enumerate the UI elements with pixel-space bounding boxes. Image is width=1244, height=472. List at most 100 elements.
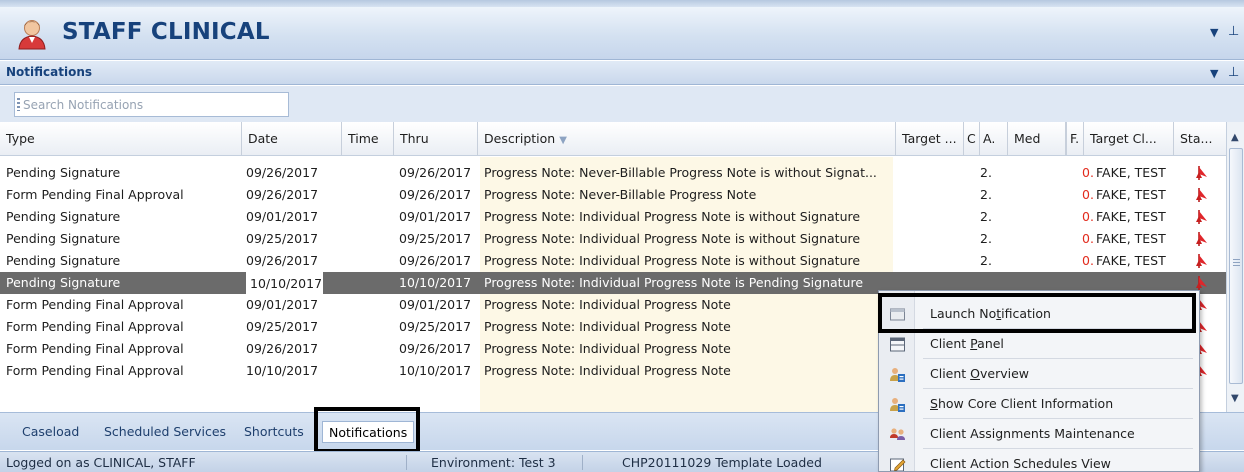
col-c[interactable]: C xyxy=(964,122,980,155)
cell-description: Progress Note: Individual Progress Note … xyxy=(484,231,861,246)
col-date[interactable]: Date xyxy=(242,122,342,155)
col-f[interactable]: F. xyxy=(1066,122,1084,155)
cell-target-client: FAKE, TEST xyxy=(1096,165,1166,180)
cell-f: 0. xyxy=(1082,231,1094,246)
cell-date: 10/10/2017 xyxy=(246,363,319,378)
scroll-down-icon[interactable]: ▼ xyxy=(1231,393,1239,404)
edit-schedule-icon xyxy=(889,456,906,471)
red-flag-icon xyxy=(1194,209,1210,225)
menu-accelerator-key: S xyxy=(930,396,938,411)
menu-item-5[interactable]: Client Action Schedules View xyxy=(879,449,1199,471)
menu-item-1[interactable]: Client Panel xyxy=(879,329,1199,359)
col-target[interactable]: Target ... xyxy=(896,122,964,155)
notifications-tab-callout xyxy=(314,407,420,453)
cell-description: Progress Note: Individual Progress Note xyxy=(484,363,731,378)
cell-type: Form Pending Final Approval xyxy=(6,319,184,334)
cell-date: 09/26/2017 xyxy=(246,253,319,268)
cell-type: Pending Signature xyxy=(6,209,121,224)
cell-description: Progress Note: Never-Billable Progress N… xyxy=(484,187,757,202)
menu-item-label: Client Panel xyxy=(930,329,1004,359)
cell-target-client: FAKE, TEST xyxy=(1096,209,1166,224)
cell-thru: 10/10/2017 xyxy=(399,363,472,378)
sort-desc-icon: ▼ xyxy=(559,135,567,146)
red-flag-icon xyxy=(1194,231,1210,247)
staff-avatar-icon xyxy=(18,20,46,50)
menu-item-label: Client Assignments Maintenance xyxy=(930,419,1135,449)
cell-f: 0. xyxy=(1082,187,1094,202)
cell-description: Progress Note: Individual Progress Note … xyxy=(484,253,861,268)
window-top-edge xyxy=(0,0,1244,7)
cell-target-client: FAKE, TEST xyxy=(1096,253,1166,268)
cell-description: Progress Note: Individual Progress Note xyxy=(484,341,731,356)
col-time[interactable]: Time xyxy=(342,122,394,155)
pane-dropdown-icon[interactable]: ▼ xyxy=(1210,26,1218,39)
col-type[interactable]: Type xyxy=(0,122,242,155)
cell-a: 2. xyxy=(980,209,992,224)
cell-description: Progress Note: Individual Progress Note … xyxy=(484,209,861,224)
table-row[interactable]: Form Pending Final Approval 09/26/2017 09/… xyxy=(0,184,1226,206)
tab-shortcuts[interactable]: Shortcuts xyxy=(244,421,304,443)
cell-thru: 10/10/2017 xyxy=(399,275,472,290)
menu-item-label: Client Overview xyxy=(930,359,1029,389)
red-flag-icon xyxy=(1194,275,1210,291)
red-flag-icon xyxy=(1194,165,1210,181)
toolbar-grip-icon xyxy=(17,98,20,111)
client-icon xyxy=(889,366,906,383)
assignments-icon xyxy=(889,426,906,443)
menu-item-4[interactable]: Client Assignments Maintenance xyxy=(879,419,1199,449)
scroll-up-icon[interactable]: ▲ xyxy=(1231,132,1239,143)
col-med[interactable]: Med xyxy=(1008,122,1066,155)
col-status[interactable]: Sta... xyxy=(1174,122,1226,155)
search-notifications-input[interactable] xyxy=(23,95,285,114)
cell-type: Pending Signature xyxy=(6,275,121,290)
col-a[interactable]: A. xyxy=(980,122,1008,155)
tab-scheduled-services[interactable]: Scheduled Services xyxy=(104,421,226,443)
cell-date: 09/26/2017 xyxy=(246,187,319,202)
tab-caseload[interactable]: Caseload xyxy=(22,421,79,443)
cell-thru: 09/25/2017 xyxy=(399,231,472,246)
cell-description: Progress Note: Individual Progress Note xyxy=(484,297,731,312)
table-row[interactable]: Pending Signature 09/25/2017 09/25/2017 Pro… xyxy=(0,228,1226,250)
grid-vertical-scrollbar[interactable]: ▲ ▼ xyxy=(1226,122,1244,412)
red-flag-icon xyxy=(1194,187,1210,203)
cell-type: Form Pending Final Approval xyxy=(6,187,184,202)
status-template: CHP20111029 Template Loaded xyxy=(622,455,822,470)
cell-description: Progress Note: Individual Progress Note xyxy=(484,319,731,334)
cell-f: 0. xyxy=(1082,165,1094,180)
cell-date: 09/26/2017 xyxy=(246,165,319,180)
launch-notification-callout xyxy=(878,293,1196,333)
cell-target-client: FAKE, TEST xyxy=(1096,187,1166,202)
table-row[interactable]: Pending Signature 09/01/2017 09/01/2017 Pro… xyxy=(0,206,1226,228)
col-target-client[interactable]: Target Cl... xyxy=(1084,122,1174,155)
menu-item-2[interactable]: Client Overview xyxy=(879,359,1199,389)
scrollbar-thumb[interactable] xyxy=(1229,148,1243,384)
cell-thru: 09/26/2017 xyxy=(399,253,472,268)
col-description[interactable]: Description ▼ xyxy=(478,122,896,155)
cell-target-client: FAKE, TEST xyxy=(1096,231,1166,246)
menu-item-3[interactable]: Show Core Client Information xyxy=(879,389,1199,419)
menu-label-pre: Client Action Schedules View xyxy=(930,456,1111,471)
cell-thru: 09/01/2017 xyxy=(399,297,472,312)
menu-label-post: anel xyxy=(977,336,1004,351)
cell-type: Form Pending Final Approval xyxy=(6,363,184,378)
table-row[interactable]: Pending Signature 09/26/2017 09/26/2017 Pro… xyxy=(0,250,1226,272)
cell-date: 09/01/2017 xyxy=(246,297,319,312)
col-thru[interactable]: Thru xyxy=(394,122,478,155)
menu-label-post: verview xyxy=(980,366,1030,381)
cell-thru: 09/26/2017 xyxy=(399,165,472,180)
cell-date: 10/10/2017 xyxy=(246,272,324,294)
col-description-label: Description xyxy=(484,131,556,146)
cell-f: 0. xyxy=(1082,253,1094,268)
app-title: STAFF CLINICAL xyxy=(62,19,270,45)
cell-a: 2. xyxy=(980,165,992,180)
table-row[interactable]: Pending Signature 09/26/2017 09/26/2017 Pro… xyxy=(0,162,1226,184)
notifications-dropdown-icon[interactable]: ▼ xyxy=(1210,67,1218,80)
menu-item-label: Client Action Schedules View xyxy=(930,449,1111,471)
menu-label-pre: Client xyxy=(930,336,971,351)
menu-item-label: Show Core Client Information xyxy=(930,389,1113,419)
status-environment: Environment: Test 3 xyxy=(431,455,556,470)
pin-icon[interactable]: ⊥ xyxy=(1228,24,1239,39)
notifications-pane-title: Notifications xyxy=(6,65,93,79)
notifications-pin-icon[interactable]: ⊥ xyxy=(1228,65,1239,80)
cell-type: Form Pending Final Approval xyxy=(6,341,184,356)
